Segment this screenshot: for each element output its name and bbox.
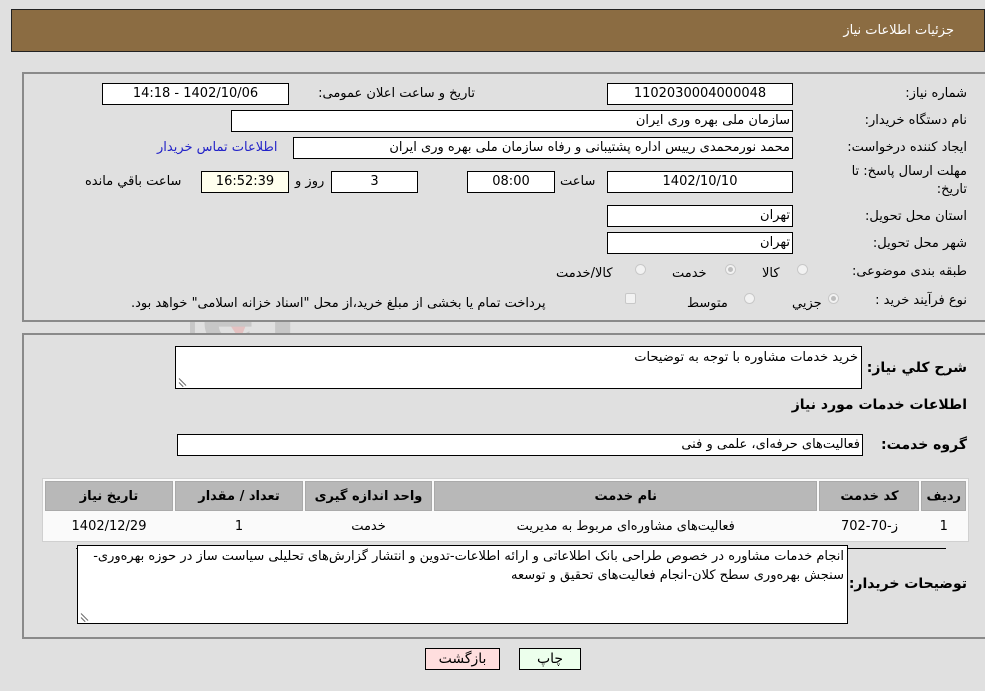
resize-grip-icon[interactable] (80, 612, 89, 621)
city-label: شهر محل تحویل: (872, 236, 967, 251)
page-title: جزئیات اطلاعات نیاز (843, 23, 954, 38)
buyer-org-field[interactable]: سازمان ملی بهره وری ایران (231, 110, 793, 132)
requester-label: ایجاد کننده درخواست: (847, 140, 967, 155)
col-header-unit: واحد اندازه گیری (305, 481, 432, 511)
summary-textarea[interactable]: خرید خدمات مشاوره با توجه به توضیحات (175, 346, 862, 389)
cell-service-code: ز-70-702 (819, 513, 920, 539)
cell-unit: خدمت (305, 513, 432, 539)
col-header-need-date: تاریخ نیاز (45, 481, 173, 511)
summary-text: خرید خدمات مشاوره با توجه به توضیحات (634, 350, 858, 365)
buyer-notes-textarea[interactable]: انجام خدمات مشاوره در خصوص طراحی بانک اط… (77, 545, 848, 624)
cell-quantity: 1 (175, 513, 303, 539)
cell-service-name: فعالیت‌های مشاوره‌ای مربوط به مدیریت (434, 513, 818, 539)
category-radio-goods[interactable] (797, 264, 808, 275)
treasury-checkbox[interactable] (625, 293, 636, 304)
category-option-goods-service: کالا/خدمت (556, 266, 613, 281)
need-number-field[interactable]: 1102030004000048 (607, 83, 793, 105)
cell-need-date: 1402/12/29 (45, 513, 173, 539)
province-label: استان محل تحویل: (865, 209, 967, 224)
province-field[interactable]: تهران (607, 205, 793, 227)
deadline-label-line1: مهلت ارسال پاسخ: تا (851, 164, 967, 179)
print-button[interactable]: چاپ (519, 648, 581, 670)
buyer-notes-label: توضیحات خریدار: (848, 576, 967, 592)
announce-datetime-label: تاریخ و ساعت اعلان عمومی: (318, 86, 475, 101)
deadline-time-field[interactable]: 08:00 (467, 171, 555, 193)
page-header: جزئیات اطلاعات نیاز (11, 9, 985, 52)
service-group-label: گروه خدمت: (881, 437, 967, 453)
col-header-row-number: ردیف (921, 481, 966, 511)
purchase-process-label: نوع فرآیند خرید : (875, 293, 967, 308)
deadline-date-field[interactable]: 1402/10/10 (607, 171, 793, 193)
category-radio-service[interactable] (725, 264, 736, 275)
col-header-service-code: کد خدمت (819, 481, 920, 511)
deadline-label-line2: تاریخ: (936, 182, 967, 197)
city-field[interactable]: تهران (607, 232, 793, 254)
process-radio-minor[interactable] (828, 293, 839, 304)
treasury-note: پرداخت تمام یا بخشی از مبلغ خرید،از محل … (131, 296, 546, 311)
days-label: روز و (295, 174, 325, 189)
process-option-medium: متوسط (687, 296, 728, 311)
deadline-time-label: ساعت (560, 174, 596, 189)
table-row: 1 ز-70-702 فعالیت‌های مشاوره‌ای مربوط به… (45, 513, 966, 539)
process-radio-medium[interactable] (744, 293, 755, 304)
category-option-service: خدمت (672, 266, 707, 281)
buyer-notes-text: انجام خدمات مشاوره در خصوص طراحی بانک اط… (93, 549, 844, 583)
announce-datetime-field[interactable]: 1402/10/06 - 14:18 (102, 83, 289, 105)
category-option-goods: کالا (762, 266, 780, 281)
back-button[interactable]: بازگشت (425, 648, 500, 670)
col-header-service-name: نام خدمت (434, 481, 818, 511)
services-panel: شرح كلي نياز: خرید خدمات مشاوره با توجه … (22, 333, 985, 639)
category-radio-goods-service[interactable] (635, 264, 646, 275)
summary-label: شرح كلي نياز: (866, 360, 967, 376)
remaining-days-field[interactable]: 3 (331, 171, 418, 193)
services-heading: اطلاعات خدمات مورد نیاز (791, 397, 967, 413)
buyer-org-label: نام دستگاه خريدار: (864, 113, 967, 128)
remaining-time-field: 16:52:39 (201, 171, 289, 193)
requester-field[interactable]: محمد نورمحمدی رییس اداره پشتیبانی و رفاه… (293, 137, 793, 159)
buyer-contact-link[interactable]: اطلاعات تماس خریدار (157, 140, 277, 155)
resize-grip-icon[interactable] (178, 377, 187, 386)
remaining-time-label: ساعت باقي مانده (85, 174, 182, 189)
cell-row-number: 1 (921, 513, 966, 539)
col-header-quantity: تعداد / مقدار (175, 481, 303, 511)
category-label: طبقه بندی موضوعی: (851, 264, 967, 279)
table-header-row: ردیف کد خدمت نام خدمت واحد اندازه گیری ت… (45, 481, 966, 511)
service-group-field[interactable]: فعالیت‌های حرفه‌ای، علمی و فنی (177, 434, 863, 456)
process-option-minor: جزيي (792, 296, 822, 311)
need-number-label: شماره نیاز: (905, 86, 967, 101)
services-table: ردیف کد خدمت نام خدمت واحد اندازه گیری ت… (42, 478, 969, 542)
